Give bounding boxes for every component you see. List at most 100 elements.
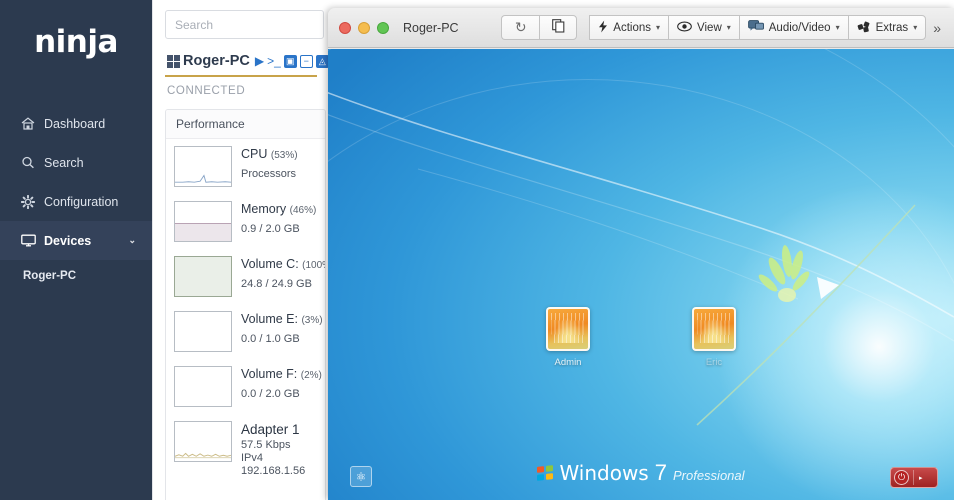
metric-text: CPU (53%) Processors xyxy=(241,146,298,187)
copy-icon xyxy=(551,19,565,36)
power-divider xyxy=(913,470,914,485)
sidebar-item-dashboard[interactable]: Dashboard xyxy=(0,104,152,143)
menu-label: Audio/Video xyxy=(768,21,831,34)
menu-actions[interactable]: Actions ▾ xyxy=(589,15,669,40)
menu-extras[interactable]: Extras ▾ xyxy=(847,15,927,40)
status-badge: CONNECTED xyxy=(167,85,246,97)
adapter-title: Adapter 1 xyxy=(241,422,300,437)
windows-branding: Windows 7 Professional xyxy=(328,460,954,486)
windows-flag-icon xyxy=(537,464,553,482)
device-name: Roger-PC xyxy=(183,53,250,69)
sidebar-item-label: Search xyxy=(44,155,84,170)
minimize-circle-icon[interactable]: − xyxy=(299,54,313,68)
metric-title: Volume E: (3%) xyxy=(241,312,323,326)
toolbar-overflow-icon[interactable]: » xyxy=(926,20,948,36)
close-button[interactable] xyxy=(339,21,351,34)
adapter-ip: 192.168.1.56 xyxy=(241,465,306,477)
metric-row[interactable]: Memory (46%) 0.9 / 2.0 GB xyxy=(166,194,325,249)
metric-sub: 0.9 / 2.0 GB xyxy=(241,223,300,235)
windows-logo-icon xyxy=(167,54,180,68)
user-avatar xyxy=(692,307,736,351)
user-avatar xyxy=(546,307,590,351)
brand-name: Windows xyxy=(559,461,649,485)
brand-edition: Professional xyxy=(672,468,745,483)
user-tiles: Admin Eric xyxy=(328,307,954,368)
metric-sub: Processors xyxy=(241,168,297,180)
metric-pct: (46%) xyxy=(289,205,317,216)
menu-label: View xyxy=(697,21,722,34)
decor-arc xyxy=(328,49,954,500)
user-tile[interactable]: Eric xyxy=(675,307,753,368)
power-icon: ⏻ xyxy=(894,470,909,485)
metric-text: Volume F: (2%) 0.0 / 2.0 GB xyxy=(241,366,322,407)
volume-f-sparkline xyxy=(174,366,232,407)
refresh-icon: ↻ xyxy=(514,19,527,35)
sidebar-item-label: Dashboard xyxy=(44,116,106,131)
metric-sub: 0.0 / 2.0 GB xyxy=(241,388,300,400)
sidebar-item-label: Configuration xyxy=(44,194,119,209)
menu-view[interactable]: View ▾ xyxy=(668,15,739,40)
metric-row[interactable]: Volume C: (100%) 24.8 / 24.9 GB xyxy=(166,249,325,304)
user-name: Eric xyxy=(705,357,723,368)
caret-down-icon: ▾ xyxy=(913,23,918,32)
adapter-protocol: IPv4 xyxy=(241,452,264,464)
sidebar-item-configuration[interactable]: Configuration xyxy=(0,182,152,221)
caret-down-icon: ▾ xyxy=(656,23,661,32)
remote-session-window: Roger-PC ↻ Actions ▾ View ▾ Audio/Video … xyxy=(328,8,954,500)
monitor-icon xyxy=(20,234,36,248)
chevron-down-icon[interactable]: ⌄ xyxy=(128,235,136,246)
zoom-button[interactable] xyxy=(377,21,389,34)
power-button[interactable]: ⏻ ▸ xyxy=(890,467,938,488)
cpu-sparkline xyxy=(174,146,232,187)
screenshot-icon[interactable]: ▣ xyxy=(283,54,297,68)
metric-pct: (3%) xyxy=(301,315,323,326)
sidebar-subitem-roger-pc[interactable]: Roger-PC xyxy=(0,260,152,292)
sidebar: ninja Dashboard Search Configuration Dev… xyxy=(0,0,152,500)
sidebar-nav: Dashboard Search Configuration Devices ⌄… xyxy=(0,104,152,292)
windows-desktop[interactable]: Admin Eric Windows 7 Professional ⚛ ⏻ ▸ xyxy=(328,49,954,500)
sidebar-item-search[interactable]: Search xyxy=(0,143,152,182)
search-container: Search xyxy=(161,0,330,39)
sidebar-item-devices[interactable]: Devices ⌄ xyxy=(0,221,152,260)
app-logo: ninja xyxy=(34,24,118,60)
metric-text: Volume E: (3%) 0.0 / 1.0 GB xyxy=(241,311,323,352)
user-name: Admin xyxy=(554,357,582,368)
metric-title: CPU (53%) xyxy=(241,147,298,161)
refresh-button[interactable]: ↻ xyxy=(501,15,540,40)
run-icon[interactable]: ▶ xyxy=(255,55,264,67)
bolt-icon xyxy=(598,20,608,36)
metric-pct: (2%) xyxy=(300,370,322,381)
metric-sub: 0.0 / 1.0 GB xyxy=(241,333,300,345)
memory-sparkline xyxy=(174,201,232,242)
memory-fill-band xyxy=(175,223,231,241)
caret-down-icon: ▾ xyxy=(726,23,731,32)
remote-toolbar: ↻ Actions ▾ View ▾ Audio/Video ▾ Extras … xyxy=(501,15,948,40)
copy-button[interactable] xyxy=(539,15,578,40)
user-tile[interactable]: Admin xyxy=(529,307,607,368)
metric-title: Volume F: (2%) xyxy=(241,367,322,381)
metric-pct: (100%) xyxy=(302,260,325,271)
decor-arc xyxy=(328,79,954,500)
note-icon[interactable]: ◬ xyxy=(315,54,329,68)
metric-row-adapter[interactable]: Adapter 1 57.5 Kbps IPv4 192.168.1.56 xyxy=(166,414,325,484)
adapter-sparkline xyxy=(174,421,232,462)
adapter-speed: 57.5 Kbps xyxy=(241,439,291,451)
device-detail-panel: Search Roger-PC ▶ >_ ▣ − ◬ CONNECTED Per… xyxy=(152,0,330,500)
menu-audio-video[interactable]: Audio/Video ▾ xyxy=(738,15,848,40)
decor-arc xyxy=(328,49,954,500)
volume-e-sparkline xyxy=(174,311,232,352)
metric-row[interactable]: Volume E: (3%) 0.0 / 1.0 GB xyxy=(166,304,325,359)
ease-of-access-icon[interactable]: ⚛ xyxy=(350,466,372,487)
menu-label: Actions xyxy=(613,21,652,34)
puzzle-icon xyxy=(857,20,871,36)
terminal-icon[interactable]: >_ xyxy=(267,55,281,67)
caret-down-icon: ▾ xyxy=(835,23,840,32)
power-caret-icon[interactable]: ▸ xyxy=(919,474,923,482)
metric-row[interactable]: CPU (53%) Processors xyxy=(166,139,325,194)
metric-row[interactable]: Volume F: (2%) 0.0 / 2.0 GB xyxy=(166,359,325,414)
minimize-button[interactable] xyxy=(358,21,370,34)
metric-text: Volume C: (100%) 24.8 / 24.9 GB xyxy=(241,256,325,297)
search-input[interactable]: Search xyxy=(165,10,324,39)
video-chat-icon xyxy=(747,20,764,35)
remote-titlebar: Roger-PC ↻ Actions ▾ View ▾ Audio/Video … xyxy=(328,8,954,48)
